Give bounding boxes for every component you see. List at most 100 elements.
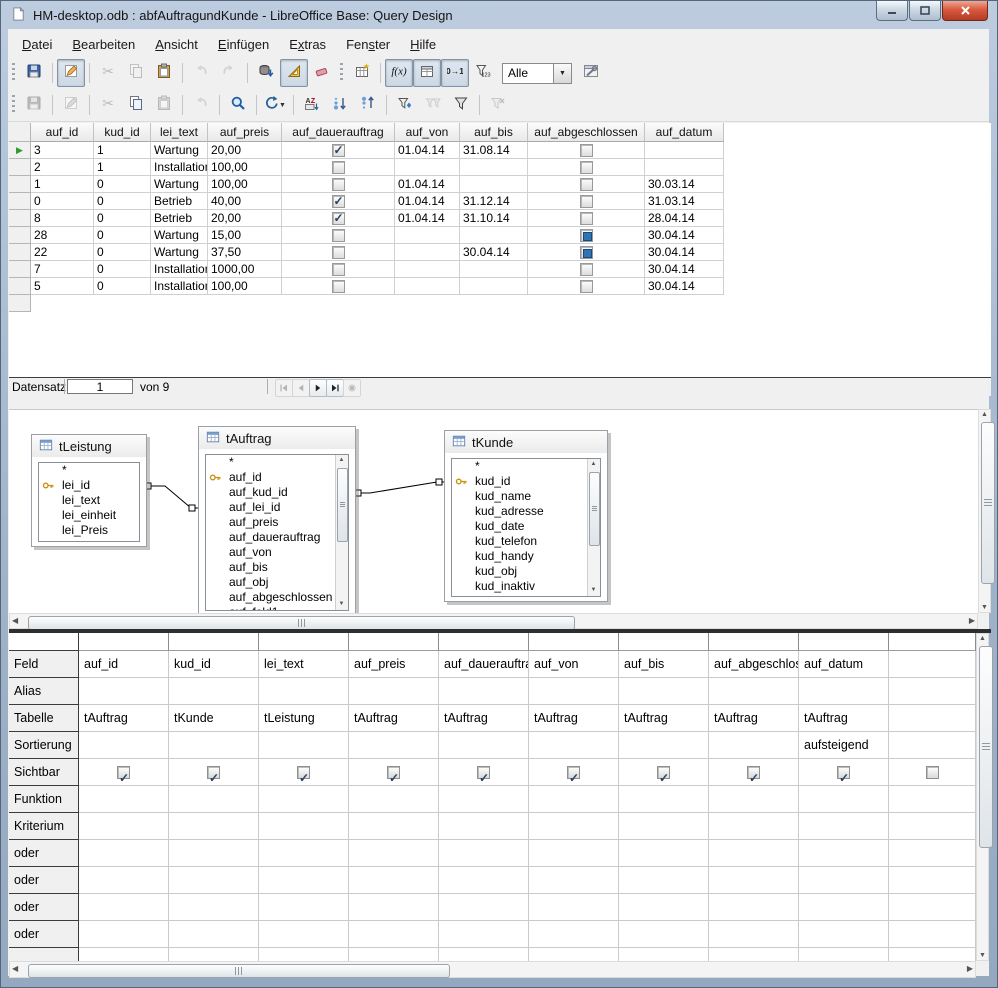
design-cell-feld-col3[interactable]: lei_text: [259, 651, 349, 678]
design-cell-sortierung-col4[interactable]: [349, 732, 439, 759]
design-cell-funktion-col1[interactable]: [79, 786, 169, 813]
cell-auf_abgeschlossen[interactable]: [528, 278, 645, 295]
cell-auf_bis[interactable]: 30.04.14: [460, 244, 528, 261]
scroll-left-icon[interactable]: ◀: [12, 964, 18, 973]
cell-auf_id[interactable]: 8: [31, 210, 94, 227]
field-auf_abgeschlossen[interactable]: auf_abgeschlossen: [206, 590, 348, 605]
design-cell-sichtbar-col5[interactable]: [439, 759, 529, 786]
design-cell-funktion-col8[interactable]: [709, 786, 799, 813]
design-cell-partial-col1[interactable]: [79, 948, 169, 961]
cell-auf_von[interactable]: [395, 278, 460, 295]
design-cell-partial-col5[interactable]: [439, 948, 529, 961]
field-auf_feld1[interactable]: auf_feld1: [206, 605, 348, 611]
cell-auf_preis[interactable]: 20,00: [208, 210, 282, 227]
design-cell-tabelle-col4[interactable]: tAuftrag: [349, 705, 439, 732]
auf_abgeschlossen-checkbox[interactable]: [580, 280, 593, 293]
design-cell-oder-3-col10[interactable]: [889, 894, 976, 921]
scrollbar-thumb[interactable]: [28, 964, 450, 978]
cell-auf_preis[interactable]: 20,00: [208, 142, 282, 159]
cell-lei_text[interactable]: Installation: [151, 159, 208, 176]
design-cell-oder-3-col2[interactable]: [169, 894, 259, 921]
design-cell-partial-col9[interactable]: [799, 948, 889, 961]
design-cell-sortierung-col1[interactable]: [79, 732, 169, 759]
design-cell-partial-col6[interactable]: [529, 948, 619, 961]
design-cell-oder-2-col3[interactable]: [259, 867, 349, 894]
design-cell-sichtbar-col4[interactable]: [349, 759, 439, 786]
design-cell-funktion-col5[interactable]: [439, 786, 529, 813]
design-cell-oder-1-col7[interactable]: [619, 840, 709, 867]
design-cell-funktion-col9[interactable]: [799, 786, 889, 813]
cell-kud_id[interactable]: 0: [94, 193, 151, 210]
field-auf_von[interactable]: auf_von: [206, 545, 348, 560]
design-column-header[interactable]: [259, 633, 349, 651]
copy-button[interactable]: [122, 91, 150, 119]
cell-auf_dauerauftrag[interactable]: [282, 244, 395, 261]
design-cell-oder-1-col10[interactable]: [889, 840, 976, 867]
auf_abgeschlossen-checkbox[interactable]: [580, 212, 593, 225]
cell-auf_preis[interactable]: 15,00: [208, 227, 282, 244]
row-selector[interactable]: [9, 227, 31, 244]
field-auf_preis[interactable]: auf_preis: [206, 515, 348, 530]
design-cell-funktion-col10[interactable]: [889, 786, 976, 813]
design-cell-oder-1-col1[interactable]: [79, 840, 169, 867]
menu-einfgen[interactable]: Einfügen: [208, 33, 279, 56]
cell-auf_bis[interactable]: [460, 261, 528, 278]
design-cell-feld-col1[interactable]: auf_id: [79, 651, 169, 678]
design-cell-sichtbar-col3[interactable]: [259, 759, 349, 786]
chevron-down-icon[interactable]: ▼: [554, 63, 572, 84]
cell-kud_id[interactable]: 1: [94, 159, 151, 176]
design-cell-funktion-col7[interactable]: [619, 786, 709, 813]
diagram-vertical-scrollbar[interactable]: ▲▼: [978, 409, 991, 613]
field-auf_lei_id[interactable]: auf_lei_id: [206, 500, 348, 515]
design-column-header[interactable]: [169, 633, 259, 651]
column-header-lei_text[interactable]: lei_text: [151, 123, 208, 142]
auf_dauerauftrag-checkbox[interactable]: [332, 195, 345, 208]
sichtbar-checkbox-col2[interactable]: [207, 766, 220, 779]
cell-kud_id[interactable]: 0: [94, 227, 151, 244]
design-cell-partial-col4[interactable]: [349, 948, 439, 961]
sort-ascending-button[interactable]: [326, 91, 354, 119]
find-record-button[interactable]: [224, 91, 252, 119]
design-cell-oder-2-col10[interactable]: [889, 867, 976, 894]
sichtbar-checkbox-col10[interactable]: [926, 766, 939, 779]
design-cell-kriterium-col2[interactable]: [169, 813, 259, 840]
field-kud_handy[interactable]: kud_handy: [452, 549, 600, 564]
design-cell-kriterium-col4[interactable]: [349, 813, 439, 840]
cell-auf_abgeschlossen[interactable]: [528, 261, 645, 278]
cell-auf_datum[interactable]: 30.04.14: [645, 278, 724, 295]
row-selector[interactable]: ▶: [9, 142, 31, 159]
cell-lei_text[interactable]: Wartung: [151, 142, 208, 159]
close-button[interactable]: [942, 1, 988, 21]
scroll-down-icon[interactable]: ▼: [588, 585, 599, 596]
design-cell-oder-1-col4[interactable]: [349, 840, 439, 867]
menu-bearbeiten[interactable]: Bearbeiten: [62, 33, 145, 56]
design-cell-oder-2-col1[interactable]: [79, 867, 169, 894]
design-cell-sichtbar-col7[interactable]: [619, 759, 709, 786]
cell-auf_bis[interactable]: 31.12.14: [460, 193, 528, 210]
design-cell-oder-4-col3[interactable]: [259, 921, 349, 948]
cell-auf_preis[interactable]: 37,50: [208, 244, 282, 261]
cell-auf_von[interactable]: 01.04.14: [395, 193, 460, 210]
field-kud_inaktiv[interactable]: kud_inaktiv: [452, 579, 600, 594]
cell-auf_von[interactable]: 01.04.14: [395, 210, 460, 227]
cell-auf_id[interactable]: 3: [31, 142, 94, 159]
cell-auf_preis[interactable]: 100,00: [208, 159, 282, 176]
design-cell-kriterium-col1[interactable]: [79, 813, 169, 840]
cell-kud_id[interactable]: 1: [94, 142, 151, 159]
cell-lei_text[interactable]: Wartung: [151, 176, 208, 193]
sort-descending-button[interactable]: [354, 91, 382, 119]
scrollbar-thumb[interactable]: [337, 468, 348, 542]
auf_abgeschlossen-checkbox[interactable]: [580, 246, 593, 259]
cell-auf_id[interactable]: 1: [31, 176, 94, 193]
sichtbar-checkbox-col7[interactable]: [657, 766, 670, 779]
menu-fenster[interactable]: Fenster: [336, 33, 400, 56]
design-column-header[interactable]: [439, 633, 529, 651]
field-lei_id[interactable]: lei_id: [39, 478, 139, 493]
cell-lei_text[interactable]: Wartung: [151, 244, 208, 261]
cell-auf_preis[interactable]: 100,00: [208, 278, 282, 295]
cell-auf_preis[interactable]: 40,00: [208, 193, 282, 210]
design-cell-partial-col7[interactable]: [619, 948, 709, 961]
diagram-table-tKunde[interactable]: tKunde*kud_idkud_namekud_adressekud_date…: [444, 430, 608, 602]
design-cell-oder-3-col7[interactable]: [619, 894, 709, 921]
design-grid-horizontal-scrollbar[interactable]: ◀▶: [9, 961, 976, 978]
